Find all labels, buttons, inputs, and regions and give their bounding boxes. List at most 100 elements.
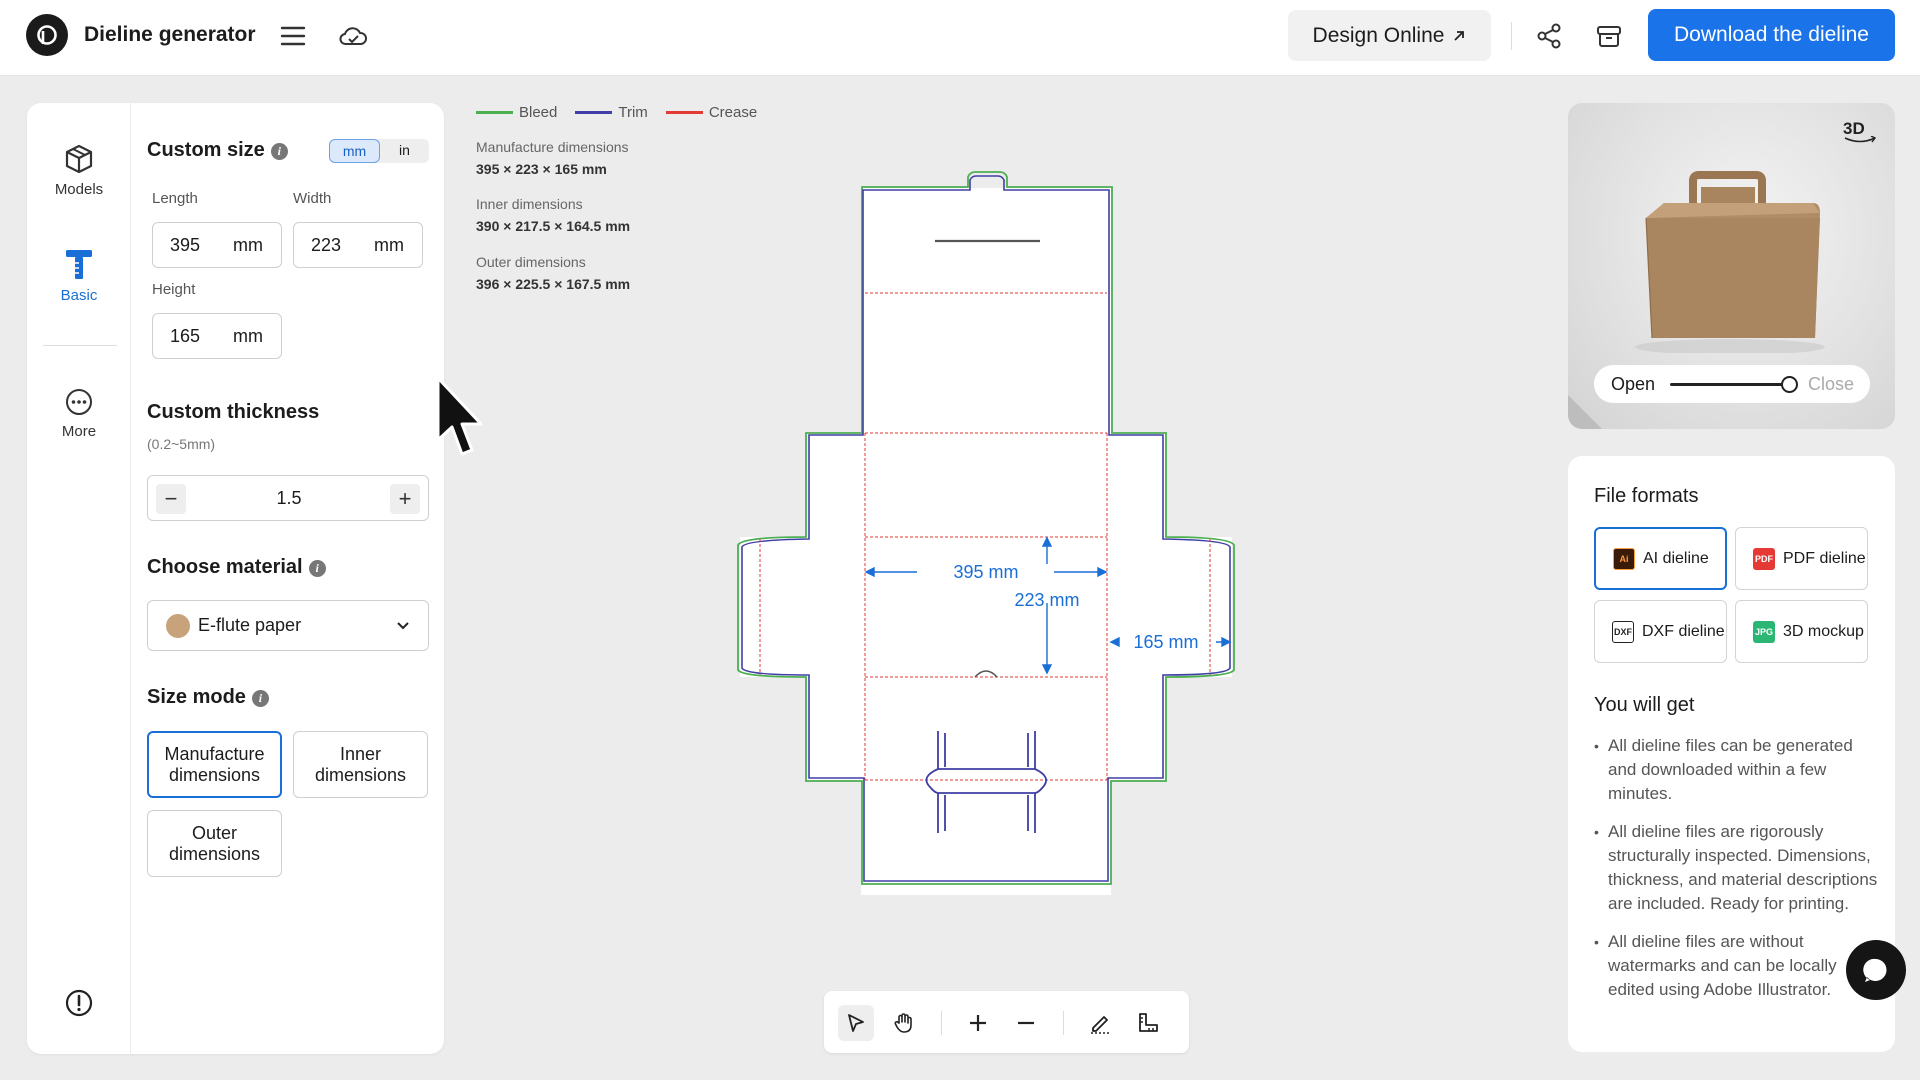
format-dxf-dieline[interactable]: DXF DXF dieline [1594,600,1727,663]
line-legend: Bleed Trim Crease [476,104,757,121]
height-value: 165 [170,325,201,346]
bleed-swatch [476,111,513,114]
size-mode-title-text: Size mode [147,686,246,708]
pan-tool[interactable] [886,1005,922,1041]
inner-dimensions-option[interactable]: Inner dimensions [293,731,428,798]
legend-trim-label: Trim [618,104,648,121]
custom-size-title-text: Custom size [147,139,265,161]
menu-icon[interactable] [277,20,309,52]
side-rail: Models Basic More [27,103,131,1054]
decrement-button[interactable]: − [156,484,186,514]
outer-dimensions-option[interactable]: Outer dimensions [147,810,282,877]
width-value: 223 [311,234,342,255]
material-selected: E-flute paper [198,615,302,635]
format-pdf-label: PDF dieline [1783,549,1866,567]
format-3d-mockup[interactable]: JPG 3D mockup [1735,600,1868,663]
format-dxf-label: DXF dieline [1642,622,1725,640]
manufacture-dimensions-option[interactable]: Manufacture dimensions [147,731,282,798]
choose-material-title: Choose material i [147,556,326,579]
height-unit: mm [233,325,263,346]
archive-box-icon[interactable] [1593,20,1625,52]
unit-mm-option[interactable]: mm [329,139,380,163]
dxf-icon: DXF [1612,620,1634,643]
legend-bleed-label: Bleed [519,104,558,121]
ruler-icon [1139,1013,1158,1032]
design-online-button[interactable]: Design Online [1288,10,1491,61]
zoom-out-tool[interactable] [1008,1005,1044,1041]
width-input[interactable]: 223 mm [293,222,423,268]
measure-tool[interactable] [1130,1005,1166,1041]
alert-info-icon[interactable] [64,988,94,1018]
toolbar-divider [1511,22,1512,50]
mouse-cursor-icon [436,376,483,456]
legend-crease-label: Crease [708,104,758,121]
unit-in-option[interactable]: in [380,139,429,163]
more-dots-icon [66,389,92,415]
rail-item-more[interactable]: More [27,387,131,440]
zoom-in-tool[interactable] [960,1005,996,1041]
right-lower-flap [1109,677,1165,780]
rail-label-more: More [61,423,97,440]
open-close-slider[interactable]: Open Close [1594,365,1870,403]
cloud-icon[interactable] [337,20,369,52]
height-dimension-label: 165 mm [1133,632,1198,652]
pen-tool[interactable] [1082,1005,1118,1041]
rail-item-basic[interactable]: Basic [27,247,131,304]
canvas-toolbar [824,991,1189,1053]
slider-handle[interactable] [1781,376,1798,393]
thickness-stepper: − 1.5 + [147,475,429,521]
rail-divider [43,345,117,346]
trim-swatch [575,111,613,114]
benefit-item: All dieline files are without watermarks… [1594,930,1884,1002]
height-input[interactable]: 165 mm [152,313,282,359]
format-pdf-dieline[interactable]: PDF PDF dieline [1735,527,1868,590]
outer-dimensions-label: Outer dimensions [476,254,586,270]
you-will-get-title: You will get [1594,694,1695,716]
external-link-icon [1454,30,1465,41]
manufacture-dimensions-value: 395 × 223 × 165 mm [476,161,607,177]
length-input[interactable]: 395 mm [152,222,282,268]
material-select[interactable]: E-flute paper [147,600,429,651]
format-ai-dieline[interactable]: Ai AI dieline [1594,527,1727,590]
format-3d-mockup-label: 3D mockup [1783,622,1864,640]
info-icon[interactable]: i [270,143,288,160]
inner-dimensions-label: Inner dimensions [476,196,583,212]
share-icon[interactable] [1533,20,1565,52]
ai-icon: Ai [1613,547,1635,570]
right-side-panel [1109,537,1232,677]
pencil-icon [1091,1016,1109,1034]
center-strip [861,188,1111,895]
length-dimension-label: 395 mm [953,562,1018,582]
inner-dimensions-info: Inner dimensions 390 × 217.5 × 164.5 mm [476,196,630,234]
left-lower-flap [807,677,863,780]
unit-toggle[interactable]: mm in [329,139,429,163]
minus-icon [1018,1021,1034,1025]
dieline-canvas[interactable]: 395 mm 223 mm 165 mm [730,165,1240,895]
info-icon[interactable]: i [251,690,269,707]
manufacture-dimensions-label: Manufacture dimensions [476,139,629,155]
length-value: 395 [170,234,201,255]
custom-size-title: Custom size i [147,139,288,162]
select-tool[interactable] [838,1005,874,1041]
thickness-value[interactable]: 1.5 [248,488,330,509]
length-unit: mm [233,234,263,255]
slider-track[interactable] [1670,383,1786,386]
benefit-item: All dieline files can be generated and d… [1594,734,1884,806]
jpg-icon: JPG [1753,620,1775,643]
increment-button[interactable]: + [390,484,420,514]
format-ai-label: AI dieline [1643,549,1709,567]
open-label: Open [1611,374,1656,394]
toolbar-divider [941,1011,942,1035]
outer-dimensions-info: Outer dimensions 396 × 225.5 × 167.5 mm [476,254,630,292]
length-label: Length [152,190,198,207]
outer-dimensions-value: 396 × 225.5 × 167.5 mm [476,276,631,292]
app-logo[interactable] [26,14,68,56]
3d-preview-panel[interactable]: 3D Open Close [1568,103,1895,429]
rail-item-models[interactable]: Models [27,143,131,198]
left-side-panel [740,537,863,677]
download-dieline-button[interactable]: Download the dieline [1648,9,1895,61]
chat-support-button[interactable] [1846,940,1906,1000]
info-icon[interactable]: i [308,560,326,577]
height-label: Height [152,281,196,298]
benefit-item: All dieline files are rigorously structu… [1594,820,1884,916]
